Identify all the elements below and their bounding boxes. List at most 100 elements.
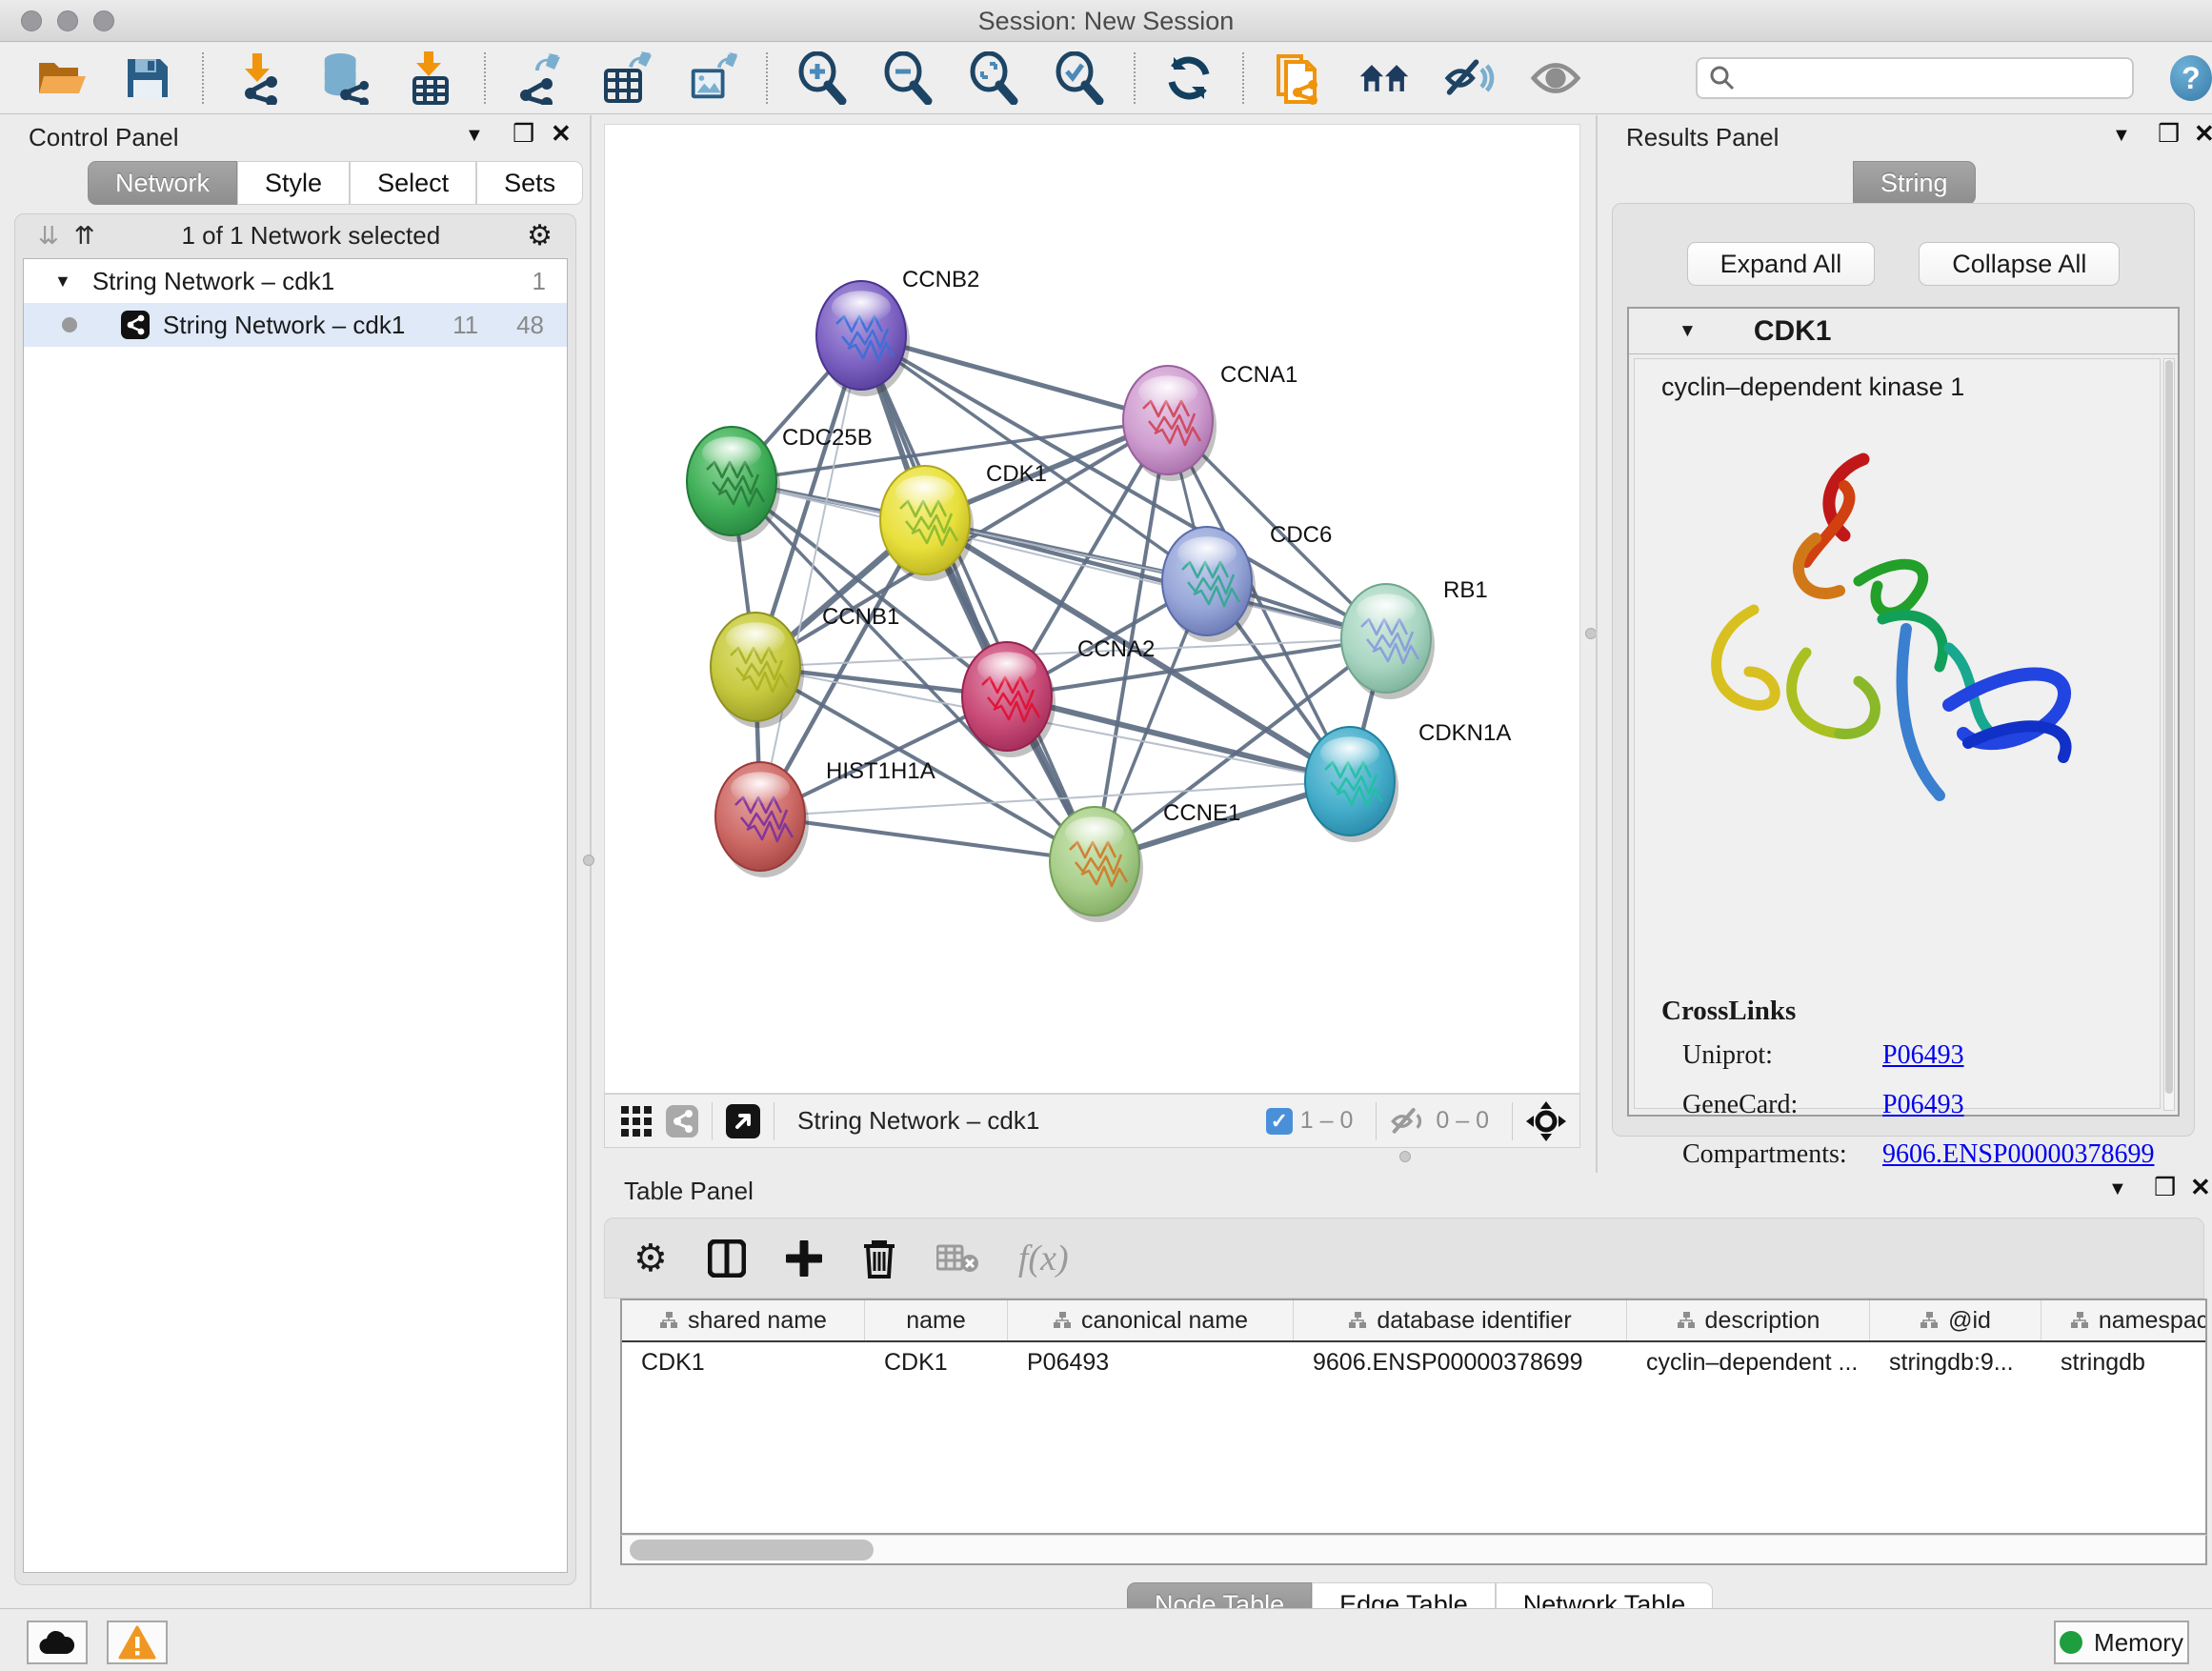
hide-selected-icon[interactable] bbox=[1444, 52, 1496, 104]
delete-table-icon[interactable] bbox=[936, 1242, 978, 1275]
section-expander-icon[interactable]: ▼ bbox=[1679, 321, 1697, 342]
node-CCNA1[interactable] bbox=[1123, 366, 1217, 481]
column-header-description[interactable]: description bbox=[1627, 1300, 1870, 1340]
import-table-file-icon[interactable] bbox=[404, 52, 455, 104]
import-network-database-icon[interactable] bbox=[318, 52, 370, 104]
panel-close-icon[interactable]: ✕ bbox=[2190, 1173, 2211, 1202]
node-label-CDC25B: CDC25B bbox=[782, 425, 873, 451]
function-builder-icon[interactable]: f(x) bbox=[1018, 1238, 1069, 1279]
table-cell[interactable]: cyclin–dependent ... bbox=[1627, 1342, 1870, 1382]
node-CDK1[interactable] bbox=[880, 466, 974, 581]
open-session-icon[interactable] bbox=[36, 52, 88, 104]
table-cell[interactable]: P06493 bbox=[1008, 1342, 1294, 1382]
network-canvas[interactable]: CCNB2CCNA1CDC25BCDK1CDC6RB1CCNB1CCNA2CDK… bbox=[604, 124, 1580, 1094]
refresh-icon[interactable] bbox=[1164, 52, 1214, 104]
table-cell[interactable]: stringdb:9... bbox=[1870, 1342, 2041, 1382]
show-columns-icon[interactable] bbox=[708, 1239, 746, 1278]
grid-view-icon[interactable] bbox=[620, 1105, 653, 1137]
table-cell[interactable]: CDK1 bbox=[865, 1342, 1008, 1382]
table-row[interactable]: CDK1CDK1P064939606.ENSP00000378699cyclin… bbox=[622, 1342, 2205, 1382]
tree-expander-icon[interactable]: ▼ bbox=[54, 272, 71, 292]
column-header-id[interactable]: @id bbox=[1870, 1300, 2041, 1340]
selected-nodes-checkbox[interactable]: ✓ bbox=[1266, 1108, 1293, 1135]
panel-float-icon[interactable]: ❒ bbox=[2154, 1173, 2176, 1202]
node-CCNA2[interactable] bbox=[962, 642, 1056, 757]
table-horizontal-scrollbar[interactable] bbox=[620, 1535, 2207, 1565]
column-header-databaseidentifier[interactable]: database identifier bbox=[1294, 1300, 1627, 1340]
crosslink-row: GeneCard:P06493 bbox=[1682, 1090, 2154, 1120]
duplicate-network-icon[interactable] bbox=[1273, 52, 1324, 104]
search-box[interactable] bbox=[1696, 57, 2134, 99]
panel-float-icon[interactable]: ❒ bbox=[2158, 119, 2180, 149]
expand-all-button[interactable]: Expand All bbox=[1687, 242, 1876, 286]
column-header-name[interactable]: name bbox=[865, 1300, 1008, 1340]
show-eye-icon[interactable] bbox=[1530, 52, 1581, 104]
crosslink-row: Uniprot:P06493 bbox=[1682, 1040, 2154, 1071]
panel-close-icon[interactable]: ✕ bbox=[551, 119, 572, 149]
save-session-icon[interactable] bbox=[122, 52, 173, 104]
tab-network[interactable]: Network bbox=[88, 161, 237, 205]
export-network-icon[interactable] bbox=[514, 52, 566, 104]
node-CDC6[interactable] bbox=[1162, 527, 1256, 642]
node-CCNE1[interactable] bbox=[1050, 807, 1143, 922]
table-cell[interactable]: stringdb bbox=[2041, 1342, 2207, 1382]
panel-close-icon[interactable]: ✕ bbox=[2194, 119, 2212, 149]
crosslink-link[interactable]: P06493 bbox=[1882, 1090, 1964, 1120]
network-collection-row[interactable]: ▼ String Network – cdk1 1 bbox=[24, 259, 567, 303]
node-CCNB1[interactable] bbox=[711, 613, 804, 728]
zoom-in-icon[interactable] bbox=[796, 52, 848, 104]
help-button[interactable]: ? bbox=[2170, 55, 2212, 101]
splitter-handle[interactable] bbox=[583, 855, 594, 866]
warnings-button[interactable] bbox=[107, 1621, 168, 1664]
collapse-all-button[interactable]: Collapse All bbox=[1919, 242, 2120, 286]
node-label-CDC6: CDC6 bbox=[1270, 522, 1332, 548]
node-RB1[interactable] bbox=[1341, 584, 1435, 699]
table-cell[interactable]: 9606.ENSP00000378699 bbox=[1294, 1342, 1627, 1382]
tab-sets[interactable]: Sets bbox=[476, 161, 583, 205]
node-section-header[interactable]: ▼ CDK1 bbox=[1629, 309, 2178, 354]
delete-column-icon[interactable] bbox=[862, 1238, 896, 1278]
zoom-selected-icon[interactable] bbox=[1054, 52, 1105, 104]
column-header-canonicalname[interactable]: canonical name bbox=[1008, 1300, 1294, 1340]
panel-float-icon[interactable]: ❒ bbox=[513, 119, 534, 149]
search-input[interactable] bbox=[1736, 65, 2121, 91]
table-options-gear-icon[interactable]: ⚙ bbox=[633, 1237, 668, 1280]
crosslink-link[interactable]: P06493 bbox=[1882, 1040, 1964, 1071]
edge-HIST1H1A-CCNE1[interactable] bbox=[760, 816, 1095, 861]
column-header-namespace[interactable]: namespace bbox=[2041, 1300, 2207, 1340]
memory-button[interactable]: Memory bbox=[2054, 1621, 2189, 1664]
tab-select[interactable]: Select bbox=[350, 161, 476, 205]
network-thumbnail-icon[interactable] bbox=[666, 1105, 698, 1137]
import-network-file-icon[interactable] bbox=[232, 52, 284, 104]
zoom-out-icon[interactable] bbox=[882, 52, 934, 104]
panel-menu-icon[interactable]: ▼ bbox=[2108, 1178, 2127, 1200]
panel-menu-icon[interactable]: ▼ bbox=[465, 125, 484, 147]
export-table-icon[interactable] bbox=[600, 52, 652, 104]
tab-style[interactable]: Style bbox=[237, 161, 350, 205]
first-neighbors-icon[interactable] bbox=[1358, 52, 1410, 104]
node-CCNB2[interactable] bbox=[816, 281, 910, 396]
tab-string[interactable]: String bbox=[1853, 161, 1976, 205]
collapse-all-networks-icon[interactable]: ⇊ bbox=[38, 221, 59, 251]
edge-CCNB2-HIST1H1A[interactable] bbox=[760, 335, 861, 816]
network-current-dot bbox=[62, 317, 77, 332]
zoom-fit-icon[interactable] bbox=[968, 52, 1019, 104]
node-CDKN1A[interactable] bbox=[1305, 727, 1398, 842]
crosslink-link[interactable]: 9606.ENSP00000378699 bbox=[1882, 1139, 2154, 1170]
birds-eye-toggle-icon[interactable] bbox=[1526, 1101, 1566, 1141]
node-table[interactable]: shared namenamecanonical namedatabase id… bbox=[620, 1299, 2207, 1535]
node-HIST1H1A[interactable] bbox=[715, 762, 809, 877]
network-options-gear-icon[interactable]: ⚙ bbox=[527, 219, 553, 252]
column-header-sharedname[interactable]: shared name bbox=[622, 1300, 865, 1340]
expand-all-networks-icon[interactable]: ⇈ bbox=[74, 221, 95, 251]
network-row[interactable]: String Network – cdk1 11 48 bbox=[24, 303, 567, 347]
results-scrollbar[interactable] bbox=[2163, 358, 2175, 1111]
detach-view-icon[interactable] bbox=[726, 1104, 760, 1138]
export-image-icon[interactable] bbox=[686, 52, 737, 104]
cloud-button[interactable] bbox=[27, 1621, 88, 1664]
create-column-icon[interactable] bbox=[786, 1240, 822, 1277]
panel-menu-icon[interactable]: ▼ bbox=[2112, 125, 2131, 147]
splitter-handle[interactable] bbox=[1399, 1151, 1411, 1162]
toolbar-separator bbox=[1242, 52, 1244, 104]
table-cell[interactable]: CDK1 bbox=[622, 1342, 865, 1382]
